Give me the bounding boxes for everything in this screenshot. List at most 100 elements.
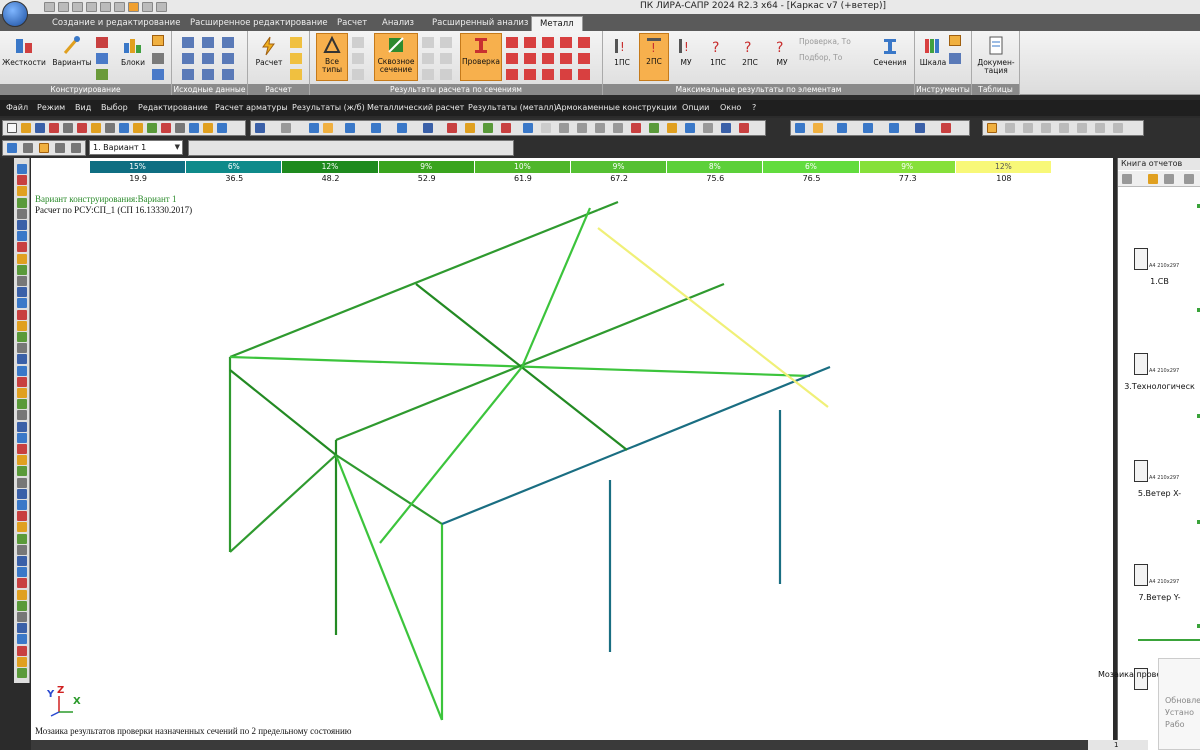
pencil-icon[interactable] [483,123,493,133]
phi-2-icon[interactable] [524,53,536,64]
settings-icon[interactable] [105,123,115,133]
side-tool-icon[interactable] [17,388,27,398]
design-tool-icon-1[interactable] [96,37,108,48]
tree-icon[interactable] [649,123,659,133]
menu-rebar-calc[interactable]: Расчет арматуры [215,103,288,112]
side-tool-icon[interactable] [17,287,27,298]
side-tool-icon[interactable] [17,343,27,354]
new-icon[interactable] [7,123,17,133]
preview-icon[interactable] [77,123,87,133]
check-to-button[interactable]: Проверка, То [799,37,851,46]
image-icon[interactable] [161,123,171,133]
menu-steel-calc[interactable]: Металлический расчет [367,103,464,112]
display-mode-icon-4[interactable] [1041,123,1051,133]
side-tool-icon[interactable] [17,656,27,667]
tab-metal[interactable]: Металл [531,16,583,31]
export-icon[interactable] [49,123,59,133]
zoom-out-icon[interactable] [577,123,587,133]
side-tool-icon[interactable] [17,488,27,499]
axes-view-2-icon[interactable] [795,123,805,133]
tools-icon-2[interactable] [949,53,961,64]
side-tool-icon[interactable] [17,455,27,466]
app-logo-icon[interactable] [2,1,28,27]
side-tool-icon[interactable] [17,332,27,342]
view-xy-icon[interactable] [397,123,407,133]
model-viewport[interactable]: 15% 19.9 6% 36.5 12% 48.2 9% 52.9 10% 61.9 9% 67.2 8… [31,158,1113,740]
ps2-button[interactable]: ! 2ПС [639,33,669,81]
frame-member[interactable] [335,454,443,525]
sigma-icon[interactable] [506,37,518,48]
frame-member[interactable] [597,227,829,408]
phi-icon[interactable] [524,37,536,48]
select-active-icon[interactable] [39,143,49,153]
save-icon[interactable] [72,2,83,12]
print-icon[interactable] [63,123,73,133]
side-tool-icon[interactable] [17,164,27,174]
filter-icon[interactable] [523,123,533,133]
view-yz-2-icon[interactable] [863,123,873,133]
section-tool-icon-9[interactable] [440,69,452,80]
through-section-button[interactable]: Сквозное сечение [374,33,418,81]
side-tool-icon[interactable] [17,477,27,488]
section-tool-icon-3[interactable] [352,69,364,80]
section-tool-icon-2[interactable] [352,53,364,64]
check-button[interactable]: Проверка [460,33,502,81]
select-to-button[interactable]: Подбор, То [799,53,842,62]
view-icon[interactable] [128,2,139,12]
design-tool-icon-2[interactable] [96,53,108,64]
rotate-2-icon[interactable] [915,123,925,133]
mu-button[interactable]: ! МУ [671,35,701,67]
light-icon[interactable] [91,123,101,133]
report-item[interactable]: A4 210x297 7.Ветер Y- [1118,564,1200,664]
frame-member[interactable] [229,454,337,553]
side-tool-icon[interactable] [17,399,27,410]
display-mode-icon-2[interactable] [1005,123,1015,133]
side-tool-icon[interactable] [17,623,27,634]
frame-member[interactable] [597,200,619,212]
menu-options[interactable]: Опции [682,103,709,112]
side-tool-icon[interactable] [17,376,27,387]
documentation-button[interactable]: Докумен- тация [975,35,1017,75]
ps1-button[interactable]: ! 1ПС [607,35,637,67]
menu-select[interactable]: Выбор [101,103,128,112]
rotate-icon[interactable] [423,123,433,133]
tab-analysis[interactable]: Анализ [382,16,414,31]
key-icon[interactable] [203,123,213,133]
lef-icon-8[interactable] [202,69,214,80]
ps1b-button[interactable]: ? 1ПС [703,35,733,67]
print-icon[interactable] [114,2,125,12]
record-icon[interactable] [175,123,185,133]
display-mode-icon-5[interactable] [1059,123,1069,133]
axes-view-icon[interactable] [309,123,319,133]
section-tool-icon-8[interactable] [422,69,434,80]
lef-icon-3[interactable] [222,37,234,48]
menu-results-rc[interactable]: Результаты (ж/б) [292,103,365,112]
menu-help[interactable]: ? [752,103,756,112]
view-xz-icon[interactable] [345,123,355,133]
design-tool-icon-5[interactable] [152,53,164,64]
zoom-in-icon[interactable] [559,123,569,133]
zoom-icon[interactable] [465,123,475,133]
calc-tool-icon-3[interactable] [290,69,302,80]
select-more-icon[interactable] [71,143,81,153]
side-tool-icon[interactable] [17,220,27,230]
section-tool-icon-7[interactable] [440,53,452,64]
side-tool-icon[interactable] [17,197,27,208]
side-tool-icon[interactable] [17,253,27,264]
zoom-fit-icon[interactable] [595,123,605,133]
side-tool-icon[interactable] [17,589,27,600]
tab-create-edit[interactable]: Создание и редактирование [52,16,180,31]
side-tool-icon[interactable] [17,421,27,432]
select-element-icon[interactable] [23,143,33,153]
display-mode-icon-1[interactable] [987,123,997,133]
report-back-icon[interactable] [1122,174,1132,184]
lef-icon-4[interactable] [182,53,194,64]
side-tool-icon[interactable] [17,466,27,477]
tau-icon[interactable] [506,53,518,64]
pan-2-icon[interactable] [941,123,951,133]
lef-icon-9[interactable] [222,69,234,80]
side-tool-icon[interactable] [17,175,27,186]
side-tool-icon[interactable] [17,298,27,309]
f-icon[interactable] [560,69,572,80]
side-tool-icon[interactable] [17,320,27,331]
